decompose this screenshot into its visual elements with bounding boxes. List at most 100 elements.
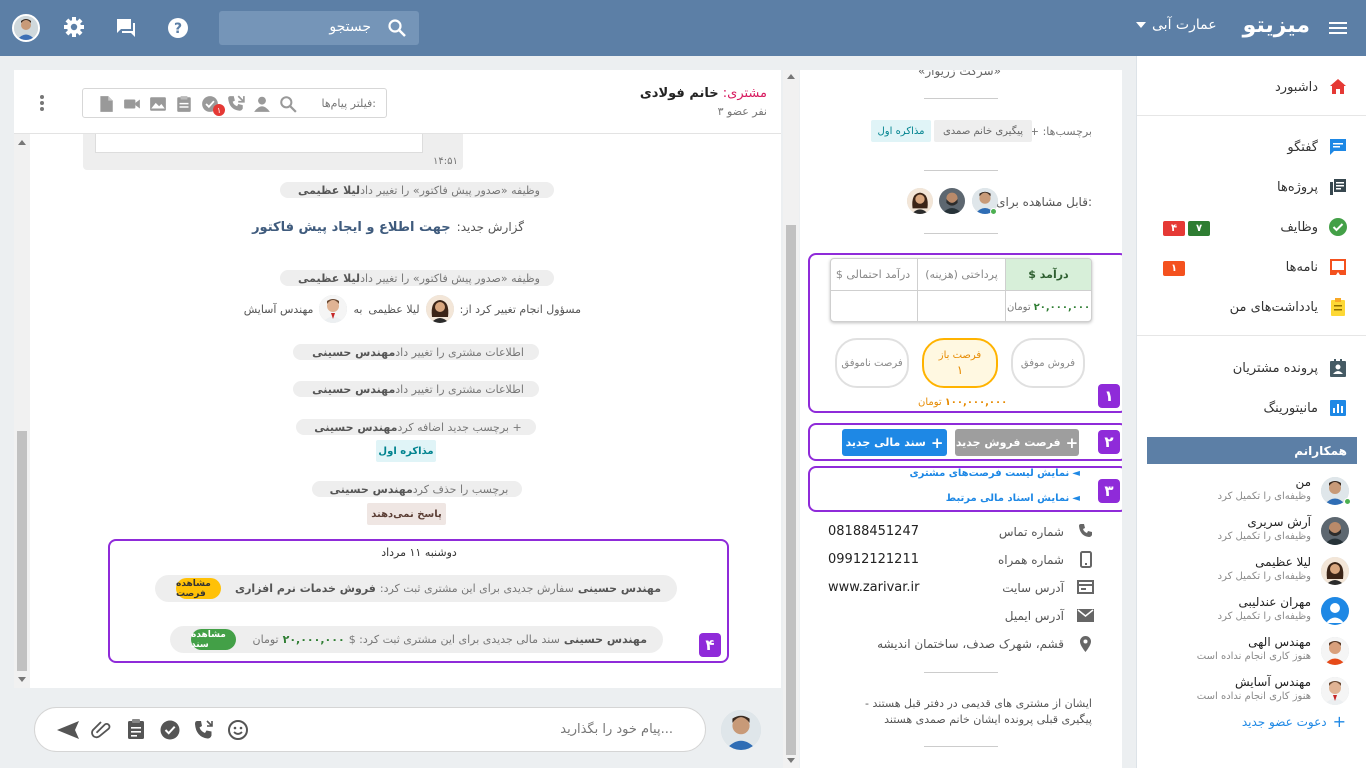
colleague-row[interactable]: لیلا عظیمی وظیفه‌ای را تکمیل کرد (1147, 552, 1357, 590)
task-check-icon[interactable] (159, 719, 181, 741)
search-icon[interactable] (279, 95, 297, 113)
company-selector[interactable]: عمارت آبی (1136, 17, 1217, 33)
nav-letters[interactable]: نامه‌ها (1286, 255, 1348, 279)
nav-dashboard[interactable]: داشبورد (1275, 75, 1348, 99)
probable-income-header-label: $ درآمد احتمالی (835, 268, 911, 281)
new-document-label: سند مالی جدید (845, 436, 926, 449)
nav-notes[interactable]: یادداشت‌های من (1230, 295, 1348, 319)
messages-icon[interactable] (115, 17, 137, 39)
message-placeholder: پیام خود را بگذارید... (560, 722, 673, 737)
income-header[interactable]: $ درآمد (1005, 259, 1091, 291)
search-box[interactable]: جستجو (219, 11, 419, 45)
settings-gear-icon[interactable] (63, 16, 85, 38)
call-icon[interactable] (193, 719, 215, 741)
chat-scroll-thumb[interactable] (17, 431, 27, 671)
image-icon[interactable] (149, 95, 167, 113)
colleague-status: وظیفه‌ای را تکمیل کرد (1217, 571, 1311, 582)
phone-row: 08188451247 شماره تماس (828, 522, 1094, 542)
brand-logo[interactable]: میزیتو (1243, 13, 1310, 38)
customer-prefix: مشتری: (722, 86, 767, 101)
colleague-name: آرش سریری (1247, 515, 1311, 529)
nav-letters-label: نامه‌ها (1285, 259, 1318, 275)
chat-scrollbar[interactable] (14, 134, 30, 688)
report-title[interactable]: جهت اطلاع و ایجاد پیش فاکتور (252, 220, 451, 235)
open-amount-value: ۱۰۰,۰۰۰,۰۰۰ (944, 397, 1008, 408)
scroll-down-arrow[interactable] (787, 758, 795, 763)
tag-follow-up[interactable]: پیگیری خانم صمدی (934, 120, 1032, 142)
event-text: برچسب جدید اضافه کرد + (397, 420, 522, 434)
website-value[interactable]: www.zarivar.ir (828, 580, 919, 595)
new-opportunity-label: فرصت فروش جدید (955, 436, 1061, 449)
nav-customers[interactable]: پرونده مشتریان (1233, 356, 1348, 380)
customer-title[interactable]: مشتری: خانم فولادی (640, 86, 767, 101)
menu-icon[interactable] (1328, 18, 1348, 38)
show-opportunities-link[interactable]: ◄ نمایش لیست فرصت‌های مشتری (909, 468, 1080, 479)
message-input[interactable]: پیام خود را بگذارید... (34, 707, 706, 752)
address-row: قشم، شهرک صدف، ساختمان اندیشه (828, 634, 1094, 654)
report-line: گزارش جدید: جهت اطلاع و ایجاد پیش فاکتور (252, 220, 524, 235)
chat-panel: مشتری: خانم فولادی ۳ نفر عضو فیلتر پیام‌… (14, 70, 781, 688)
opportunity-open[interactable]: فرصت باز ۱ (922, 338, 998, 388)
call-log-icon[interactable] (227, 95, 245, 113)
email-row: آدرس ایمیل (828, 606, 1094, 626)
nav-monitoring[interactable]: مانیتورینگ (1263, 396, 1348, 420)
income-value: ۲۰,۰۰۰,۰۰۰ تومان (1005, 291, 1091, 321)
colleague-name: مهندس آسایش (1234, 675, 1311, 689)
info-scrollbar[interactable] (783, 70, 799, 768)
expense-header[interactable]: پرداختی (هزینه) (917, 259, 1005, 291)
colleague-status: وظیفه‌ای را تکمیل کرد (1217, 531, 1311, 542)
attachment-icon[interactable] (91, 721, 113, 739)
search-icon[interactable] (387, 18, 407, 38)
clipboard-icon[interactable] (175, 95, 193, 113)
opportunity-won[interactable]: فروش موفق (1011, 338, 1085, 388)
visible-to-label: قابل مشاهده برای: (996, 195, 1092, 209)
members-count[interactable]: ۳ نفر عضو (718, 105, 767, 118)
colleague-row[interactable]: من وظیفه‌ای را تکمیل کرد (1147, 472, 1357, 510)
phone-label: شماره تماس (998, 525, 1064, 539)
show-documents-link[interactable]: ◄ نمایش اسناد مالی مرتبط (946, 493, 1080, 504)
mobile-row: 09912121211 شماره همراه (828, 550, 1094, 570)
document-icon[interactable] (97, 95, 115, 113)
new-opportunity-button[interactable]: + فرصت فروش جدید (955, 429, 1079, 456)
event-actor: مهندس حسینی (312, 382, 396, 396)
emoji-icon[interactable] (227, 719, 249, 741)
colleague-row[interactable]: مهندس آسایش هنوز کاری انجام نداده است (1147, 672, 1357, 710)
open-amount-unit: تومان (918, 397, 942, 408)
colleague-row[interactable]: مهندس الهی هنوز کاری انجام نداده است (1147, 632, 1357, 670)
nav-tasks[interactable]: وظایف (1280, 215, 1348, 239)
info-scroll-thumb[interactable] (786, 225, 796, 755)
video-icon[interactable] (123, 95, 141, 113)
projects-icon (1330, 179, 1346, 195)
nav-projects[interactable]: پروژه‌ها (1277, 175, 1348, 199)
more-options-icon[interactable] (39, 94, 45, 112)
mobile-value[interactable]: 09912121211 (828, 552, 919, 567)
scroll-up-arrow[interactable] (787, 74, 795, 79)
colleague-row[interactable]: مهران عندلیبی وظیفه‌ای را تکمیل کرد (1147, 592, 1357, 630)
scroll-up-arrow[interactable] (18, 140, 26, 145)
tag-added[interactable]: مذاکره اول (376, 440, 436, 462)
colleague-row[interactable]: آرش سریری وظیفه‌ای را تکمیل کرد (1147, 512, 1357, 550)
send-icon[interactable] (56, 719, 80, 741)
avatar (319, 295, 348, 323)
colleague-status: وظیفه‌ای را تکمیل کرد (1217, 611, 1311, 622)
person-icon[interactable] (253, 95, 271, 113)
tag-negotiation[interactable]: مذاکره اول (871, 120, 931, 142)
opportunity-lost[interactable]: فرصت ناموفق (835, 338, 909, 388)
message-filter-bar[interactable]: فیلتر پیام‌ها: ۱ (82, 88, 387, 118)
view-opportunity-button[interactable]: مشاهده فرصت (176, 578, 221, 599)
tags-label: برچسب‌ها: + (1030, 125, 1092, 138)
scroll-down-arrow[interactable] (18, 677, 26, 682)
probable-income-header[interactable]: $ درآمد احتمالی (831, 259, 917, 291)
nav-chat[interactable]: گفتگو (1287, 135, 1348, 159)
help-icon[interactable]: ? (167, 17, 189, 39)
new-document-button[interactable]: + سند مالی جدید (842, 429, 947, 456)
message-attachment[interactable] (95, 134, 423, 153)
tag-removed[interactable]: پاسخ نمی‌دهند (367, 503, 446, 525)
website-row: www.zarivar.ir آدرس سایت (828, 578, 1094, 598)
clipboard-icon[interactable] (126, 718, 146, 740)
phone-value[interactable]: 08188451247 (828, 524, 919, 539)
customer-info-panel: «سرکت زریوار» برچسب‌ها: + پیگیری خانم صم… (800, 70, 1122, 768)
invite-member-link[interactable]: + دعوت عضو جدید (1242, 714, 1346, 730)
view-document-button[interactable]: مشاهده سند (191, 629, 236, 650)
user-avatar[interactable] (12, 14, 40, 42)
